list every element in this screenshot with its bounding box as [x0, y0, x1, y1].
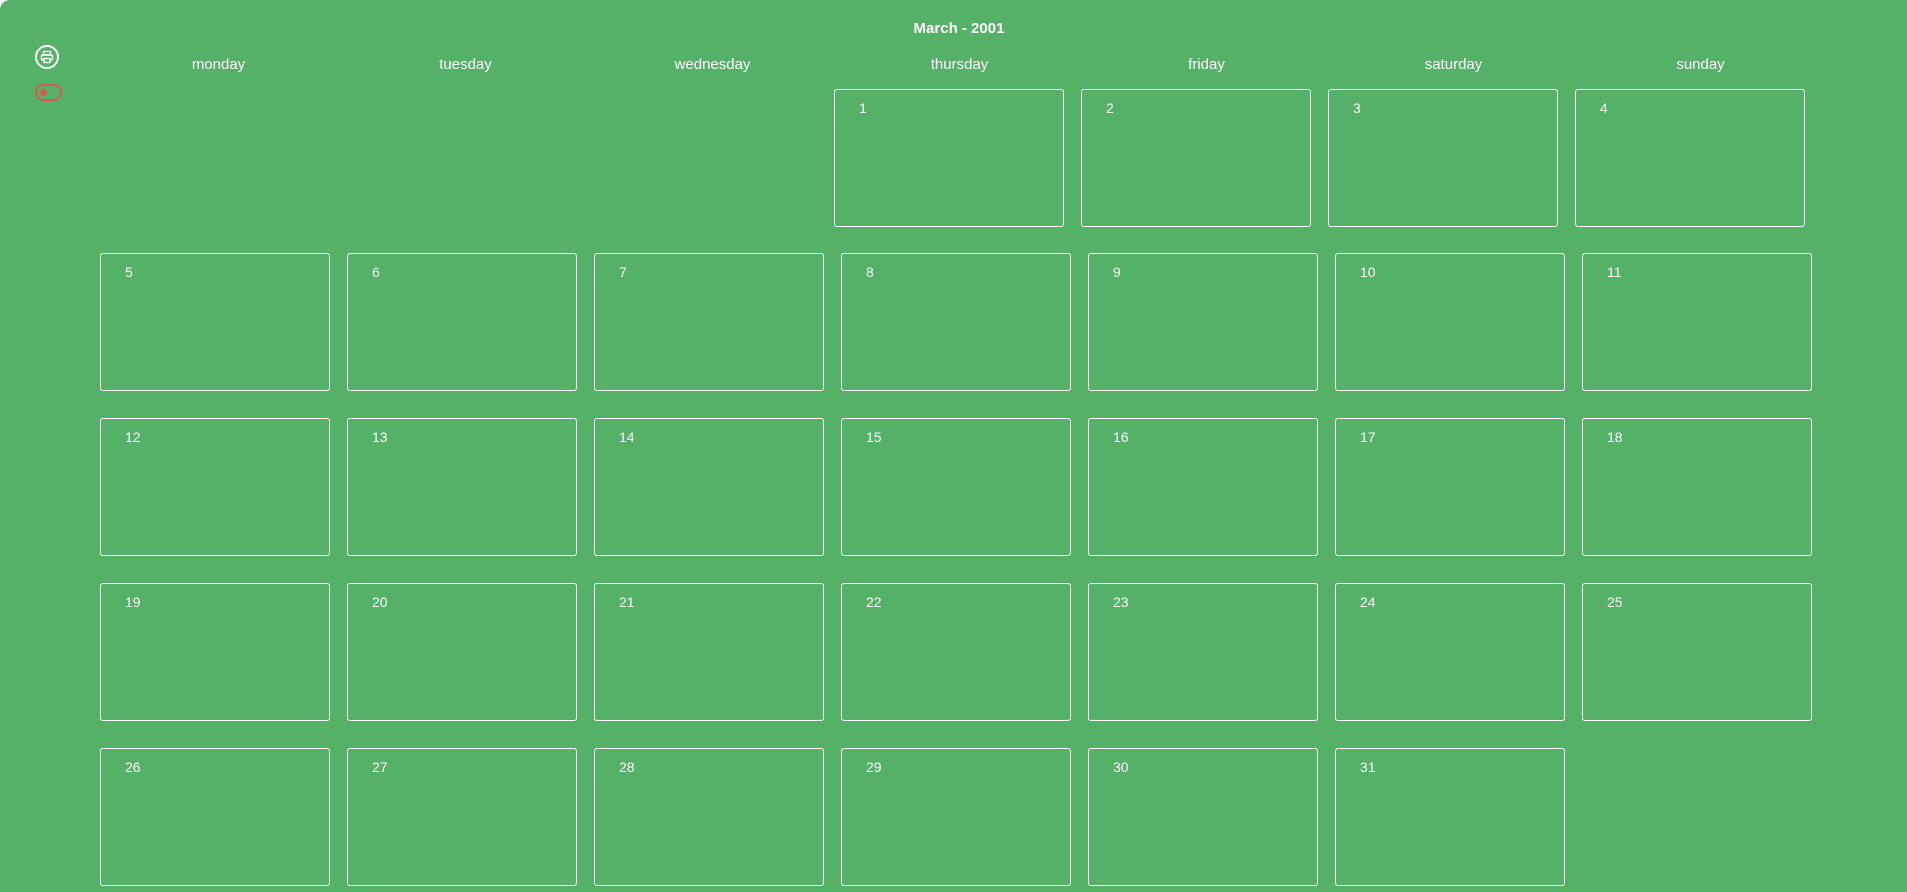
day-cell[interactable]: 9: [1088, 253, 1318, 391]
day-cell[interactable]: 12: [100, 418, 330, 556]
day-number: 28: [619, 759, 635, 775]
day-cell[interactable]: 5: [100, 253, 330, 391]
calendar-title: March - 2001: [913, 20, 1005, 37]
day-cell[interactable]: 29: [841, 748, 1071, 886]
day-cell[interactable]: 3: [1328, 89, 1558, 227]
day-number: 24: [1360, 594, 1376, 610]
toggle-switch[interactable]: [35, 84, 62, 101]
day-number: 13: [372, 429, 388, 445]
day-cell[interactable]: 31: [1335, 748, 1565, 886]
day-cell[interactable]: 2: [1081, 89, 1311, 227]
day-cell[interactable]: 30: [1088, 748, 1318, 886]
day-number: 6: [372, 264, 380, 280]
day-number: 27: [372, 759, 388, 775]
weekday-thursday: thursday: [930, 56, 989, 73]
day-number: 8: [866, 264, 874, 280]
day-number: 4: [1600, 100, 1608, 116]
day-cell[interactable]: 6: [347, 253, 577, 391]
day-cell[interactable]: 11: [1582, 253, 1812, 391]
day-number: 7: [619, 264, 627, 280]
day-cell[interactable]: 8: [841, 253, 1071, 391]
calendar-app: March - 2001 monday tuesday wednesday th…: [0, 0, 1907, 892]
day-number: 21: [619, 594, 635, 610]
day-number: 31: [1360, 759, 1376, 775]
day-cell[interactable]: 24: [1335, 583, 1565, 721]
day-number: 18: [1607, 429, 1623, 445]
day-cell[interactable]: 25: [1582, 583, 1812, 721]
day-cell[interactable]: 15: [841, 418, 1071, 556]
day-cell[interactable]: 16: [1088, 418, 1318, 556]
day-cell[interactable]: 7: [594, 253, 824, 391]
day-number: 10: [1360, 264, 1376, 280]
day-number: 30: [1113, 759, 1129, 775]
print-button[interactable]: [35, 45, 59, 69]
day-cell[interactable]: 10: [1335, 253, 1565, 391]
day-number: 26: [125, 759, 141, 775]
day-number: 5: [125, 264, 133, 280]
weekday-wednesday: wednesday: [674, 56, 751, 73]
day-number: 11: [1607, 264, 1622, 280]
day-number: 14: [619, 429, 635, 445]
day-number: 29: [866, 759, 882, 775]
weekday-monday: monday: [191, 56, 246, 73]
day-number: 19: [125, 594, 141, 610]
calendar-grid: 5 6 7 8 9 10 11 12 13 14 15 16 17 18 19 20 21 22 23 24 25 26 2…: [100, 253, 1820, 886]
weekday-header: monday tuesday wednesday thursday friday…: [95, 56, 1840, 73]
day-cell[interactable]: 1: [834, 89, 1064, 227]
day-number: 3: [1353, 100, 1361, 116]
day-number: 22: [866, 594, 882, 610]
day-cell[interactable]: 26: [100, 748, 330, 886]
day-cell[interactable]: 13: [347, 418, 577, 556]
day-cell[interactable]: 4: [1575, 89, 1805, 227]
weekday-friday: friday: [1188, 56, 1225, 73]
day-cell[interactable]: 21: [594, 583, 824, 721]
calendar-week-1: 1 2 3 4: [834, 89, 1805, 227]
weekday-tuesday: tuesday: [439, 56, 492, 73]
day-cell[interactable]: 20: [347, 583, 577, 721]
printer-icon: [40, 50, 54, 64]
day-cell[interactable]: 17: [1335, 418, 1565, 556]
weekday-sunday: sunday: [1676, 56, 1725, 73]
day-cell[interactable]: 23: [1088, 583, 1318, 721]
day-number: 15: [866, 429, 882, 445]
day-number: 1: [859, 100, 867, 116]
day-number: 12: [125, 429, 141, 445]
weekday-saturday: saturday: [1424, 56, 1483, 73]
day-number: 9: [1113, 264, 1121, 280]
day-number: 2: [1106, 100, 1114, 116]
day-cell[interactable]: 22: [841, 583, 1071, 721]
day-cell[interactable]: 28: [594, 748, 824, 886]
day-number: 17: [1360, 429, 1376, 445]
day-cell[interactable]: 27: [347, 748, 577, 886]
day-number: 23: [1113, 594, 1129, 610]
toggle-knob: [40, 89, 47, 96]
day-cell[interactable]: 18: [1582, 418, 1812, 556]
day-number: 16: [1113, 429, 1129, 445]
day-number: 20: [372, 594, 388, 610]
day-cell[interactable]: 14: [594, 418, 824, 556]
day-cell[interactable]: 19: [100, 583, 330, 721]
day-number: 25: [1607, 594, 1623, 610]
